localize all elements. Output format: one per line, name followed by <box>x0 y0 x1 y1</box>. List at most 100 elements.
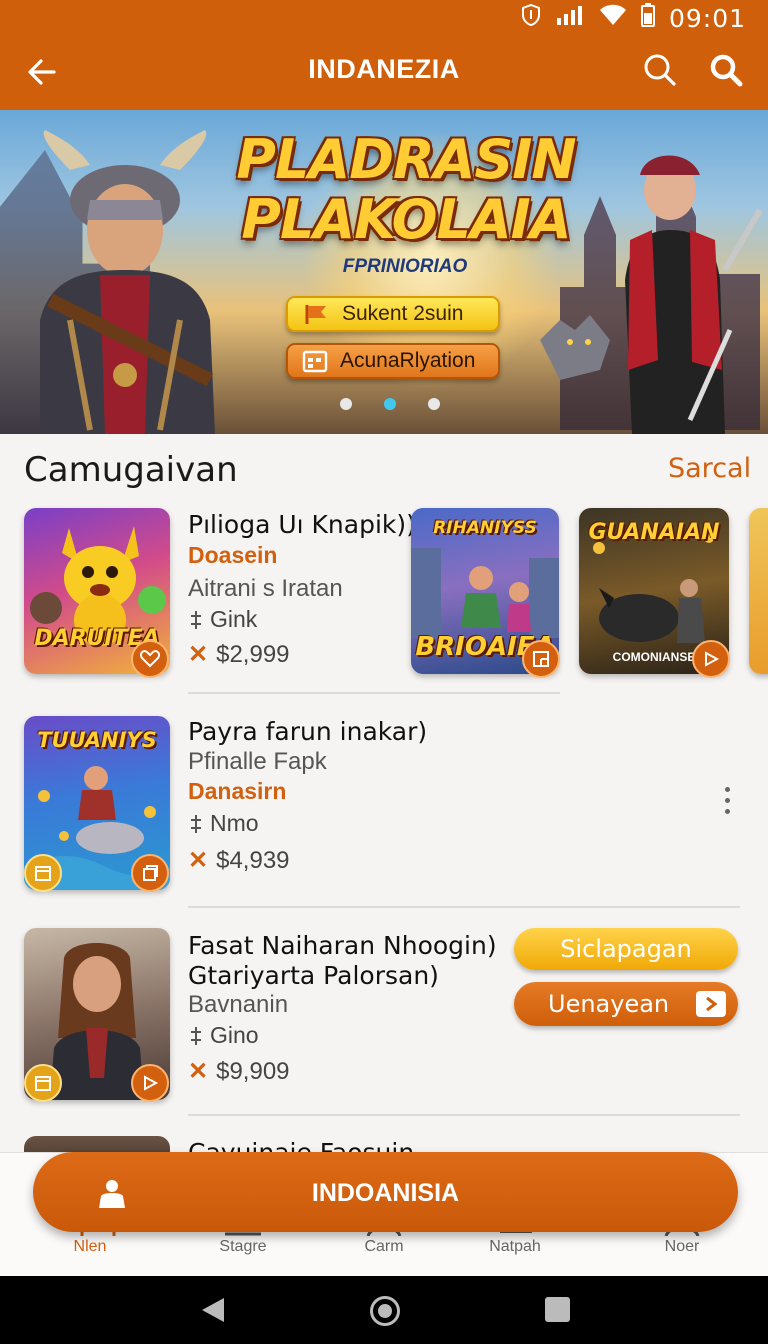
item-meta: Nmo <box>188 810 259 837</box>
window-icon <box>533 651 549 667</box>
banner-title: PLADRASIN PLAKOLAIA <box>236 130 576 250</box>
banner-subtitle: FPRINIORIAO <box>342 256 468 277</box>
item-price: ✕ $4,939 <box>188 846 290 875</box>
card-title: GUANAIAN <box>588 520 720 545</box>
search-icon <box>644 54 676 86</box>
card-badge[interactable] <box>522 640 560 678</box>
thumbnail-badge[interactable] <box>131 854 169 892</box>
section-see-all-link[interactable]: Sarcal <box>668 453 751 484</box>
shield-status-icon <box>521 3 541 33</box>
item-title-partial[interactable]: Cayuinaie Faosuin <box>188 1138 414 1152</box>
item-title[interactable]: Payra farun inakar) <box>188 717 427 746</box>
banner-wolf-illustration <box>540 315 610 380</box>
item-price: ✕ $2,999 <box>188 640 290 669</box>
search-button[interactable] <box>638 48 682 92</box>
item-meta-label: Gino <box>210 1022 259 1048</box>
game-card-partial[interactable] <box>749 508 768 674</box>
item-meta-label: Gink <box>210 606 258 632</box>
hero-banner[interactable]: PLADRASIN PLAKOLAIA FPRINIORIAO Sukent 2… <box>0 110 768 434</box>
heart-icon <box>140 650 160 668</box>
flag-icon <box>305 305 326 324</box>
search-icon <box>710 54 743 87</box>
nav-item-nlen[interactable]: Nlen <box>40 1238 140 1256</box>
item-title[interactable]: Pılioga Uı Knapik)) <box>188 510 416 539</box>
status-time: 09:01 <box>668 3 746 33</box>
banner-title-line-1: PLADRASIN <box>236 128 576 191</box>
banner-secondary-button[interactable]: AcunaRlyation <box>286 343 500 379</box>
wifi-icon <box>599 4 627 33</box>
item-secondary-button-label: Uenayean <box>548 990 670 1018</box>
banner-primary-button-label: Sukent 2suin <box>342 302 464 325</box>
item-price-value: $4,939 <box>216 846 290 874</box>
item-price-value: $9,909 <box>216 1057 290 1085</box>
price-x-icon: ✕ <box>188 847 209 874</box>
app-screen: 09:01 INDANEZIA PLADRASIN PLAKOLAIA FPRI… <box>0 0 768 1344</box>
chevron-right-icon <box>696 991 726 1017</box>
more-dot <box>724 786 730 792</box>
nav-item-noer[interactable]: Noer <box>632 1238 732 1256</box>
item-secondary-button[interactable]: Uenayean <box>514 982 738 1026</box>
status-bar: 09:01 <box>521 2 746 34</box>
row-divider <box>188 1114 740 1116</box>
tag-icon <box>191 610 201 629</box>
arrow-left-icon <box>28 59 56 85</box>
item-meta: Gink <box>188 606 257 633</box>
item-meta: Gino <box>188 1022 259 1049</box>
carousel-indicator <box>340 398 440 410</box>
app-bar: INDANEZIA <box>0 40 768 102</box>
play-icon <box>705 651 720 667</box>
banner-primary-button[interactable]: Sukent 2suin <box>286 296 500 332</box>
item-subtitle: Aitrani s Iratan <box>188 575 343 602</box>
item-title[interactable]: Fasat Naiharan Nhoogin) <box>188 931 497 960</box>
card-title-top: RIHANIYSS <box>433 518 537 538</box>
thumbnail-badge-left[interactable] <box>24 854 62 892</box>
price-x-icon: ✕ <box>188 641 209 668</box>
banner-secondary-button-label: AcunaRlyation <box>340 349 476 372</box>
banner-title-line-2: PLAKOLAIA <box>241 188 571 251</box>
thumbnail-badge[interactable] <box>131 640 169 678</box>
tag-icon <box>191 1026 201 1045</box>
system-navigation-bar <box>0 1276 768 1344</box>
thumbnail-badge[interactable] <box>131 1064 169 1102</box>
primary-cta-button[interactable]: INDOANISIA <box>33 1152 738 1232</box>
row-divider <box>188 692 560 694</box>
carousel-dot[interactable] <box>428 398 440 410</box>
more-dot <box>724 797 730 803</box>
play-icon <box>144 1075 159 1091</box>
system-home-icon[interactable] <box>370 1296 400 1326</box>
item-subtitle: Bavnanin <box>188 991 289 1018</box>
signal-icon <box>555 4 585 33</box>
item-meta-label: Nmo <box>210 810 259 836</box>
thumbnail-title: TUUANIYS <box>37 728 157 752</box>
calendar-icon <box>302 350 328 373</box>
card-badge[interactable] <box>692 640 730 678</box>
item-primary-button[interactable]: Siclapagan <box>514 928 738 970</box>
nav-item-carm[interactable]: Carm <box>334 1238 434 1256</box>
cta-label: INDOANISIA <box>311 1179 460 1207</box>
carousel-dot-active[interactable] <box>384 398 396 410</box>
price-x-icon: ✕ <box>188 1058 209 1085</box>
box-icon <box>35 1076 51 1091</box>
battery-icon <box>640 2 655 34</box>
section-title: Camugaivan <box>24 450 238 490</box>
item-price-value: $2,999 <box>216 640 290 668</box>
app-header: 09:01 INDANEZIA <box>0 0 768 110</box>
banner-hero-left-illustration <box>40 130 215 434</box>
back-button[interactable] <box>20 50 64 94</box>
more-dot <box>724 808 730 814</box>
carousel-dot[interactable] <box>340 398 352 410</box>
item-price: ✕ $9,909 <box>188 1057 290 1086</box>
more-options-button[interactable] <box>712 780 742 820</box>
item-category: Danasirn <box>188 778 287 804</box>
tag-icon <box>191 814 201 833</box>
copy-icon <box>143 865 158 881</box>
thumbnail-badge-left[interactable] <box>24 1064 62 1102</box>
item-title-line-2[interactable]: Gtariyarta Palorsan) <box>188 961 439 990</box>
search-button-secondary[interactable] <box>704 48 748 92</box>
item-category: Doasein <box>188 542 278 568</box>
box-icon <box>35 866 51 881</box>
system-back-icon[interactable] <box>200 1296 226 1324</box>
nav-item-natpah[interactable]: Natpah <box>465 1238 565 1256</box>
nav-item-stagre[interactable]: Stagre <box>193 1238 293 1256</box>
system-recents-icon[interactable] <box>545 1297 570 1322</box>
